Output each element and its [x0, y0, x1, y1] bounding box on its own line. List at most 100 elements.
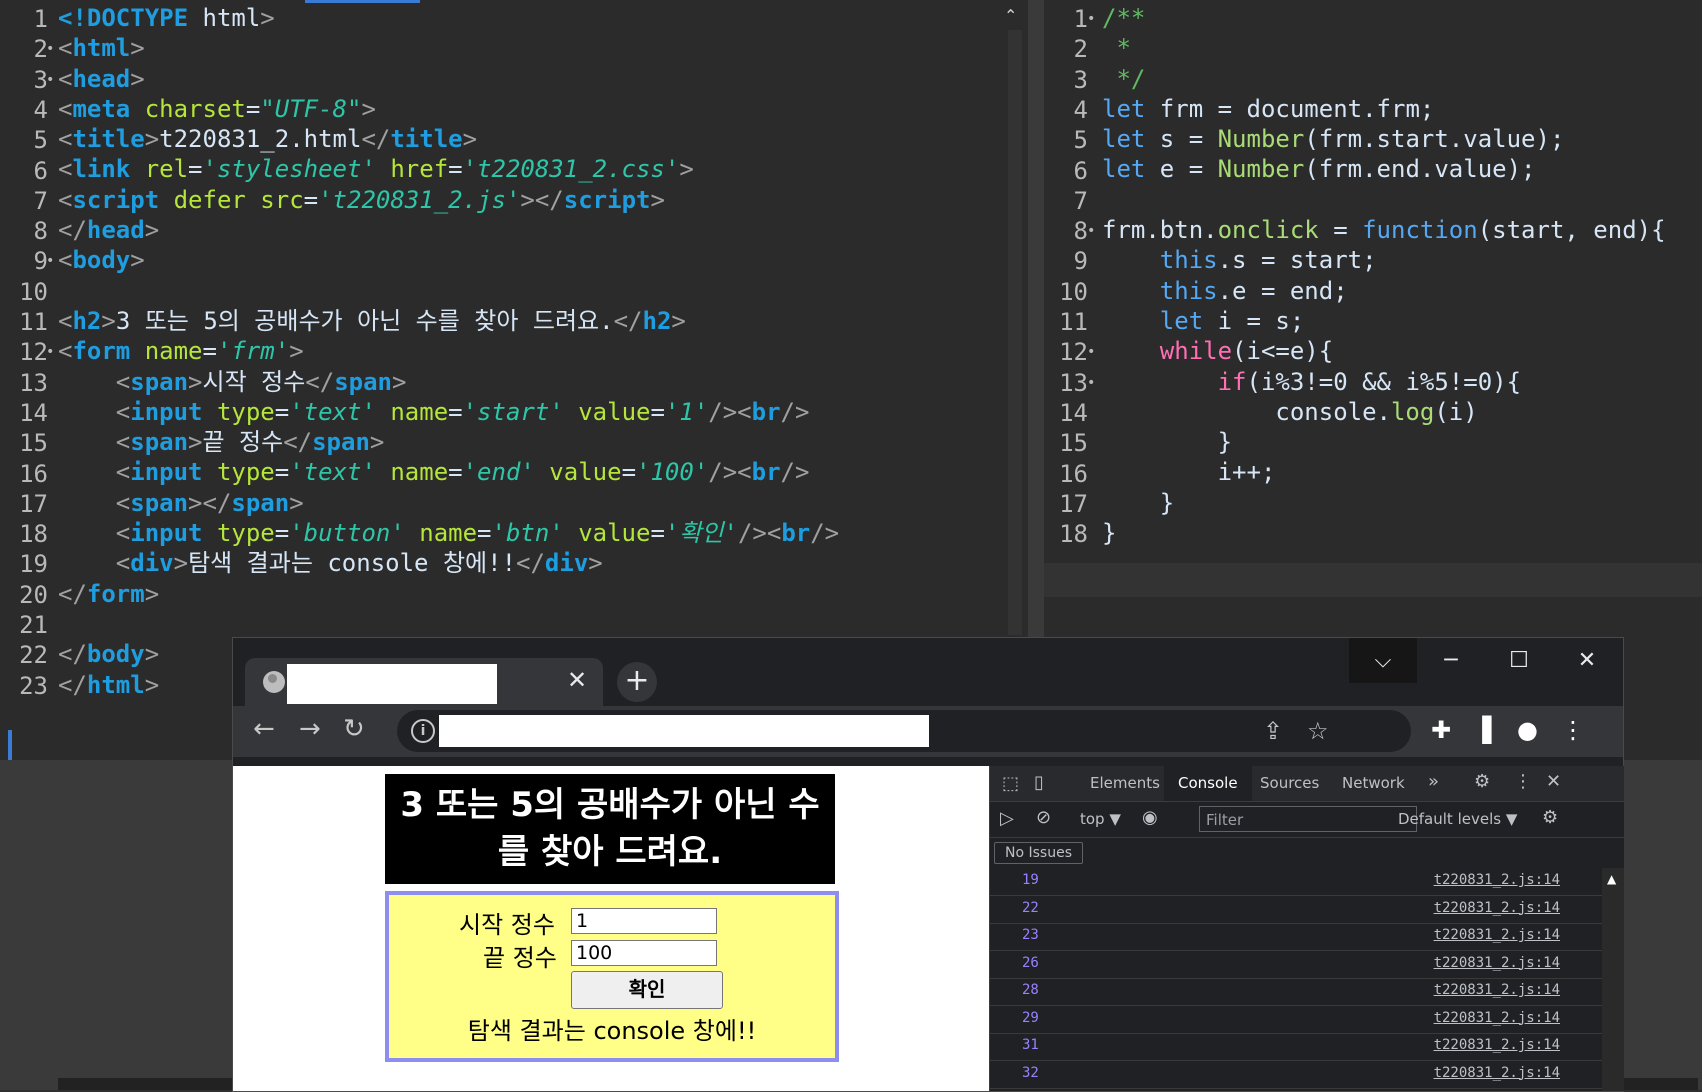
url-redacted[interactable] [439, 715, 929, 747]
console-scrollbar[interactable]: ▲ [1602, 868, 1624, 1091]
back-icon[interactable]: ← [253, 714, 275, 744]
fold-marker-icon[interactable]: • [1087, 336, 1095, 369]
console-source-link[interactable]: t220831_2.js:14 [1434, 1037, 1560, 1053]
code-line[interactable]: */ [1102, 64, 1666, 94]
reload-icon[interactable]: ↻ [343, 714, 365, 744]
tab-elements[interactable]: Elements [1090, 774, 1160, 792]
code-line[interactable]: <input type='button' name='btn' value='확… [58, 518, 839, 548]
minimize-button[interactable]: ─ [1417, 638, 1485, 683]
console-filter-input[interactable]: Filter [1199, 806, 1417, 832]
tab-network[interactable]: Network [1342, 774, 1405, 792]
code-line[interactable]: <link rel='stylesheet' href='t220831_2.c… [58, 154, 839, 184]
console-source-link[interactable]: t220831_2.js:14 [1434, 982, 1560, 998]
fold-marker-icon[interactable]: • [1087, 215, 1095, 248]
code-line[interactable]: <title>t220831_2.html</title> [58, 124, 839, 154]
tab-search-icon[interactable]: ⌵ [1349, 638, 1417, 683]
code-line[interactable]: <h2>3 또는 5의 공배수가 아닌 수를 찾아 드려요.</h2> [58, 306, 839, 336]
fold-marker-icon[interactable]: • [1087, 3, 1095, 36]
console-source-link[interactable]: t220831_2.js:14 [1434, 900, 1560, 916]
new-tab-button[interactable]: + [617, 662, 657, 702]
close-tab-icon[interactable]: ✕ [567, 666, 587, 694]
code-line[interactable]: </form> [58, 579, 839, 609]
side-panel-icon[interactable]: ▐ [1473, 716, 1491, 744]
share-icon[interactable]: ⇪ [1263, 717, 1283, 745]
end-input[interactable]: 100 [571, 940, 717, 966]
code-line[interactable]: <script defer src='t220831_2.js'></scrip… [58, 185, 839, 215]
extensions-icon[interactable]: ✚ [1431, 716, 1451, 744]
code-line[interactable]: <body> [58, 245, 839, 275]
code-line[interactable]: let s = Number(frm.start.value); [1102, 124, 1666, 154]
maximize-button[interactable]: ☐ [1485, 638, 1553, 683]
code-line[interactable]: this.e = end; [1102, 276, 1666, 306]
clear-console-icon[interactable]: ⊘ [1036, 807, 1051, 828]
code-line[interactable]: let i = s; [1102, 306, 1666, 336]
code-line[interactable]: * [1102, 33, 1666, 63]
sidebar-toggle-icon[interactable]: ▷ [1000, 808, 1014, 829]
code-line[interactable]: while(i<=e){ [1102, 336, 1666, 366]
inspect-element-icon[interactable]: ⬚ [1002, 773, 1019, 794]
fold-marker-icon[interactable]: • [1087, 367, 1095, 400]
more-tabs-icon[interactable]: » [1428, 771, 1439, 792]
code-line[interactable] [58, 609, 839, 639]
code-line[interactable]: <span>끝 정수</span> [58, 427, 839, 457]
code-line[interactable] [1102, 185, 1666, 215]
code-line[interactable]: /** [1102, 3, 1666, 33]
forward-icon[interactable]: → [299, 714, 321, 744]
fold-marker-icon[interactable]: • [46, 336, 54, 369]
more-options-icon[interactable]: ⋮ [1514, 771, 1532, 792]
console-source-link[interactable]: t220831_2.js:14 [1434, 1065, 1560, 1081]
issues-badge[interactable]: No Issues [994, 842, 1083, 864]
code-line[interactable]: <meta charset="UTF-8"> [58, 94, 839, 124]
fold-marker-icon[interactable]: • [46, 245, 54, 278]
address-bar[interactable]: i ⇪ ☆ [397, 710, 1411, 752]
live-expression-eye-icon[interactable]: ◉ [1142, 807, 1158, 828]
console-source-link[interactable]: t220831_2.js:14 [1434, 927, 1560, 943]
tab-console[interactable]: Console [1164, 766, 1252, 801]
html-editor-code[interactable]: <!DOCTYPE html> <html> <head> <meta charset… [58, 3, 839, 700]
console-source-link[interactable]: t220831_2.js:14 [1434, 872, 1560, 888]
confirm-button[interactable]: 확인 [571, 971, 723, 1009]
code-line[interactable]: <!DOCTYPE html> [58, 3, 839, 33]
menu-icon[interactable]: ⋮ [1561, 716, 1585, 744]
code-line[interactable]: <input type='text' name='start' value='1… [58, 397, 839, 427]
code-line[interactable]: frm.btn.onclick = function(start, end){ [1102, 215, 1666, 245]
fold-marker-icon[interactable]: • [46, 64, 54, 97]
code-line[interactable]: } [1102, 488, 1666, 518]
browser-tab[interactable]: ✕ [245, 658, 603, 706]
code-line[interactable]: i++; [1102, 457, 1666, 487]
code-line[interactable] [58, 276, 839, 306]
js-editor-code[interactable]: /** * */let frm = document.frm; let s = N… [1102, 3, 1666, 548]
console-settings-icon[interactable]: ⚙ [1542, 807, 1558, 828]
close-window-button[interactable]: ✕ [1553, 638, 1621, 683]
code-line[interactable]: } [1102, 518, 1666, 548]
code-line[interactable]: let e = Number(frm.end.value); [1102, 154, 1666, 184]
settings-gear-icon[interactable]: ⚙ [1474, 771, 1490, 792]
profile-icon[interactable]: ● [1517, 716, 1538, 744]
log-levels-dropdown[interactable]: Default levels ▼ [1398, 810, 1517, 828]
context-selector[interactable]: top ▼ [1080, 810, 1121, 828]
code-line[interactable]: </head> [58, 215, 839, 245]
code-line[interactable]: <html> [58, 33, 839, 63]
code-line[interactable]: console.log(i) [1102, 397, 1666, 427]
info-icon[interactable]: i [411, 719, 435, 743]
console-source-link[interactable]: t220831_2.js:14 [1434, 955, 1560, 971]
code-line[interactable]: let frm = document.frm; [1102, 94, 1666, 124]
tab-sources[interactable]: Sources [1260, 774, 1319, 792]
close-devtools-icon[interactable]: ✕ [1546, 771, 1561, 792]
code-line[interactable]: <div>탐색 결과는 console 창에!!</div> [58, 548, 839, 578]
code-line[interactable]: } [1102, 427, 1666, 457]
code-line[interactable]: <span></span> [58, 488, 839, 518]
html-editor-scrollbar[interactable] [1004, 0, 1026, 635]
code-line[interactable]: <span>시작 정수</span> [58, 367, 839, 397]
code-line[interactable]: <head> [58, 64, 839, 94]
device-toolbar-icon[interactable]: ▯ [1034, 772, 1044, 793]
code-line[interactable]: this.s = start; [1102, 245, 1666, 275]
console-source-link[interactable]: t220831_2.js:14 [1434, 1010, 1560, 1026]
code-line[interactable]: <form name='frm'> [58, 336, 839, 366]
scroll-up-icon[interactable]: ⌃ [1004, 6, 1017, 25]
code-line[interactable]: <input type='text' name='end' value='100… [58, 457, 839, 487]
fold-marker-icon[interactable]: • [46, 33, 54, 66]
start-input[interactable]: 1 [571, 908, 717, 934]
bookmark-star-icon[interactable]: ☆ [1307, 717, 1329, 745]
code-line[interactable]: if(i%3!=0 && i%5!=0){ [1102, 367, 1666, 397]
